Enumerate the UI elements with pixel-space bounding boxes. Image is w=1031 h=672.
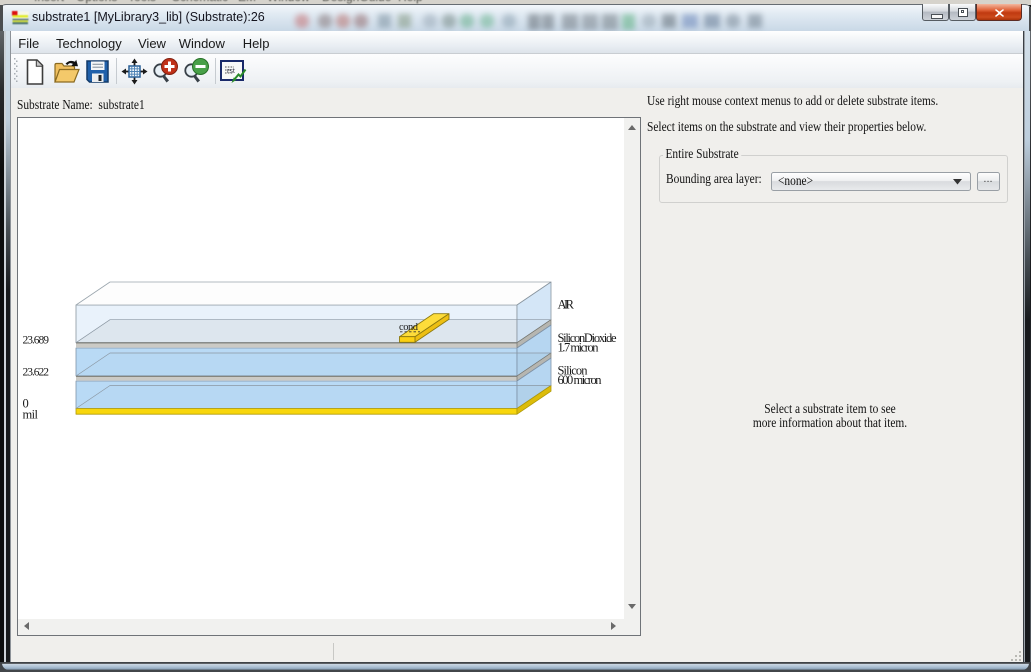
svg-text:600 micron: 600 micron: [558, 373, 603, 387]
svg-text:23.689: 23.689: [23, 335, 50, 347]
svg-text:rst: rst: [227, 68, 235, 75]
svg-text:mil: mil: [23, 408, 39, 422]
svg-text:1.7 micron: 1.7 micron: [558, 341, 600, 355]
svg-text:AIR: AIR: [558, 298, 575, 312]
svg-text:23.622: 23.622: [23, 367, 50, 379]
